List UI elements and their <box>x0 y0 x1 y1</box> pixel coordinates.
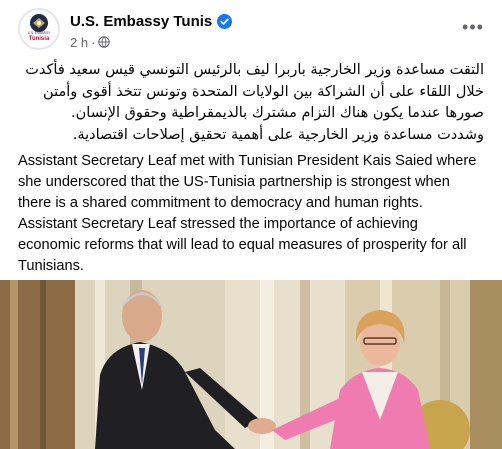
verified-badge-icon <box>217 13 233 29</box>
avatar-top-text: U.S. EMBASSY <box>28 31 51 35</box>
post-photo[interactable] <box>0 280 502 449</box>
more-options-button[interactable]: ••• <box>458 12 488 42</box>
post-text-arabic: التقت مساعدة وزير الخارجية باربرا ليف با… <box>25 62 484 143</box>
embassy-seal-icon: Tunisia U.S. EMBASSY <box>20 10 58 48</box>
page-name-link[interactable]: U.S. Embassy Tunis <box>70 13 212 30</box>
page-name-row: U.S. Embassy Tunis <box>70 10 233 32</box>
post-meta: 2 h · <box>70 34 111 50</box>
globe-icon[interactable] <box>98 36 111 48</box>
ellipsis-icon: ••• <box>462 16 484 37</box>
post-text-english: Assistant Secretary Leaf met with Tunisi… <box>18 153 477 274</box>
avatar-label: Tunisia <box>29 36 50 42</box>
post-header: Tunisia U.S. EMBASSY U.S. Embassy Tunis … <box>0 0 502 60</box>
page-avatar[interactable]: Tunisia U.S. EMBASSY <box>18 8 60 50</box>
meta-separator: · <box>91 34 96 50</box>
post-timestamp[interactable]: 2 h <box>70 35 88 50</box>
meeting-photo-image <box>0 280 502 449</box>
